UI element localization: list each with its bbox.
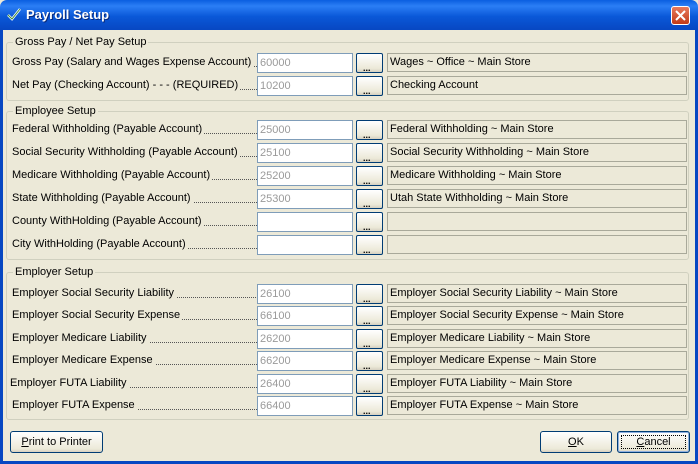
federal-withholding-account-input[interactable]: 25000 xyxy=(257,120,353,140)
employer-futa-expense-label: Employer FUTA Expense xyxy=(12,399,137,411)
title-bar[interactable]: Payroll Setup xyxy=(0,0,698,30)
state-withholding-description: Utah State Withholding ~ Main Store xyxy=(387,189,687,208)
city-withholding-description xyxy=(387,235,687,254)
employer-medicare-liability-label: Employer Medicare Liability xyxy=(12,332,149,344)
county-withholding-lookup-button[interactable]: ... xyxy=(356,212,383,232)
group-legend: Gross Pay / Net Pay Setup xyxy=(13,35,149,49)
close-icon xyxy=(675,10,686,21)
social-security-withholding-account-input[interactable]: 25100 xyxy=(257,143,353,163)
employer-futa-liability-lookup-button[interactable]: ... xyxy=(356,374,383,394)
federal-withholding-description: Federal Withholding ~ Main Store xyxy=(387,120,687,139)
group-legend: Employee Setup xyxy=(13,104,98,118)
state-withholding-label: State Withholding (Payable Account) xyxy=(12,192,193,204)
print-to-printer-button[interactable]: Print to Printer xyxy=(10,431,103,453)
employer-ss-liability-lookup-button[interactable]: ... xyxy=(356,284,383,304)
employer-medicare-expense-label: Employer Medicare Expense xyxy=(12,354,155,366)
county-withholding-label: County WithHolding (Payable Account) xyxy=(12,215,204,227)
gross-pay-lookup-button[interactable]: ... xyxy=(356,53,383,73)
employer-futa-liability-account-input[interactable]: 26400 xyxy=(257,374,353,394)
employer-medicare-expense-account-input[interactable]: 66200 xyxy=(257,351,353,371)
cancel-button[interactable]: Cancel xyxy=(617,431,690,453)
city-withholding-account-input[interactable] xyxy=(257,235,353,255)
county-withholding-account-input[interactable] xyxy=(257,212,353,232)
employer-ss-liability-label: Employer Social Security Liability xyxy=(12,287,177,299)
employer-ss-expense-account-input[interactable]: 66100 xyxy=(257,306,353,326)
net-pay-label: Net Pay (Checking Account) - - - (REQUIR… xyxy=(12,79,241,91)
app-checkmark-icon xyxy=(6,7,22,23)
employer-setup-group: Employer Setup Employer Social Security … xyxy=(6,265,689,420)
employer-medicare-liability-lookup-button[interactable]: ... xyxy=(356,329,383,349)
net-pay-description: Checking Account xyxy=(387,76,687,95)
federal-withholding-lookup-button[interactable]: ... xyxy=(356,120,383,140)
employer-ss-expense-label: Employer Social Security Expense xyxy=(12,309,183,321)
gross-pay-label: Gross Pay (Salary and Wages Expense Acco… xyxy=(12,56,254,68)
gross-pay-account-input[interactable]: 60000 xyxy=(257,53,353,73)
net-pay-account-input[interactable]: 10200 xyxy=(257,76,353,96)
employer-futa-liability-description: Employer FUTA Liability ~ Main Store xyxy=(387,374,687,393)
medicare-withholding-lookup-button[interactable]: ... xyxy=(356,166,383,186)
medicare-withholding-description: Medicare Withholding ~ Main Store xyxy=(387,166,687,185)
gross-net-pay-group: Gross Pay / Net Pay Setup Gross Pay (Sal… xyxy=(6,35,689,101)
net-pay-lookup-button[interactable]: ... xyxy=(356,76,383,96)
employee-setup-group: Employee Setup Federal Withholding (Paya… xyxy=(6,104,689,260)
employer-futa-liability-label: Employer FUTA Liability xyxy=(10,377,129,389)
state-withholding-account-input[interactable]: 25300 xyxy=(257,189,353,209)
ok-button[interactable]: OK xyxy=(540,431,612,453)
social-security-withholding-lookup-button[interactable]: ... xyxy=(356,143,383,163)
gross-pay-description: Wages ~ Office ~ Main Store xyxy=(387,53,687,72)
employer-ss-liability-description: Employer Social Security Liability ~ Mai… xyxy=(387,284,687,303)
employer-futa-expense-description: Employer FUTA Expense ~ Main Store xyxy=(387,396,687,415)
employer-medicare-expense-lookup-button[interactable]: ... xyxy=(356,351,383,371)
group-legend: Employer Setup xyxy=(13,265,96,279)
employer-futa-expense-account-input[interactable]: 66400 xyxy=(257,396,353,416)
federal-withholding-label: Federal Withholding (Payable Account) xyxy=(12,123,205,135)
employer-futa-expense-lookup-button[interactable]: ... xyxy=(356,396,383,416)
window-title: Payroll Setup xyxy=(26,7,110,22)
city-withholding-lookup-button[interactable]: ... xyxy=(356,235,383,255)
employer-ss-expense-description: Employer Social Security Expense ~ Main … xyxy=(387,306,687,325)
social-security-withholding-description: Social Security Withholding ~ Main Store xyxy=(387,143,687,162)
county-withholding-description xyxy=(387,212,687,231)
city-withholding-label: City WithHolding (Payable Account) xyxy=(12,238,188,250)
medicare-withholding-label: Medicare Withholding (Payable Account) xyxy=(12,169,213,181)
employer-ss-expense-lookup-button[interactable]: ... xyxy=(356,306,383,326)
employer-medicare-liability-account-input[interactable]: 26200 xyxy=(257,329,353,349)
state-withholding-lookup-button[interactable]: ... xyxy=(356,189,383,209)
employer-ss-liability-account-input[interactable]: 26100 xyxy=(257,284,353,304)
employer-medicare-expense-description: Employer Medicare Expense ~ Main Store xyxy=(387,351,687,370)
employer-medicare-liability-description: Employer Medicare Liability ~ Main Store xyxy=(387,329,687,348)
close-button[interactable] xyxy=(671,6,690,25)
social-security-withholding-label: Social Security Withholding (Payable Acc… xyxy=(12,146,240,158)
window-border-left xyxy=(0,30,3,464)
medicare-withholding-account-input[interactable]: 25200 xyxy=(257,166,353,186)
